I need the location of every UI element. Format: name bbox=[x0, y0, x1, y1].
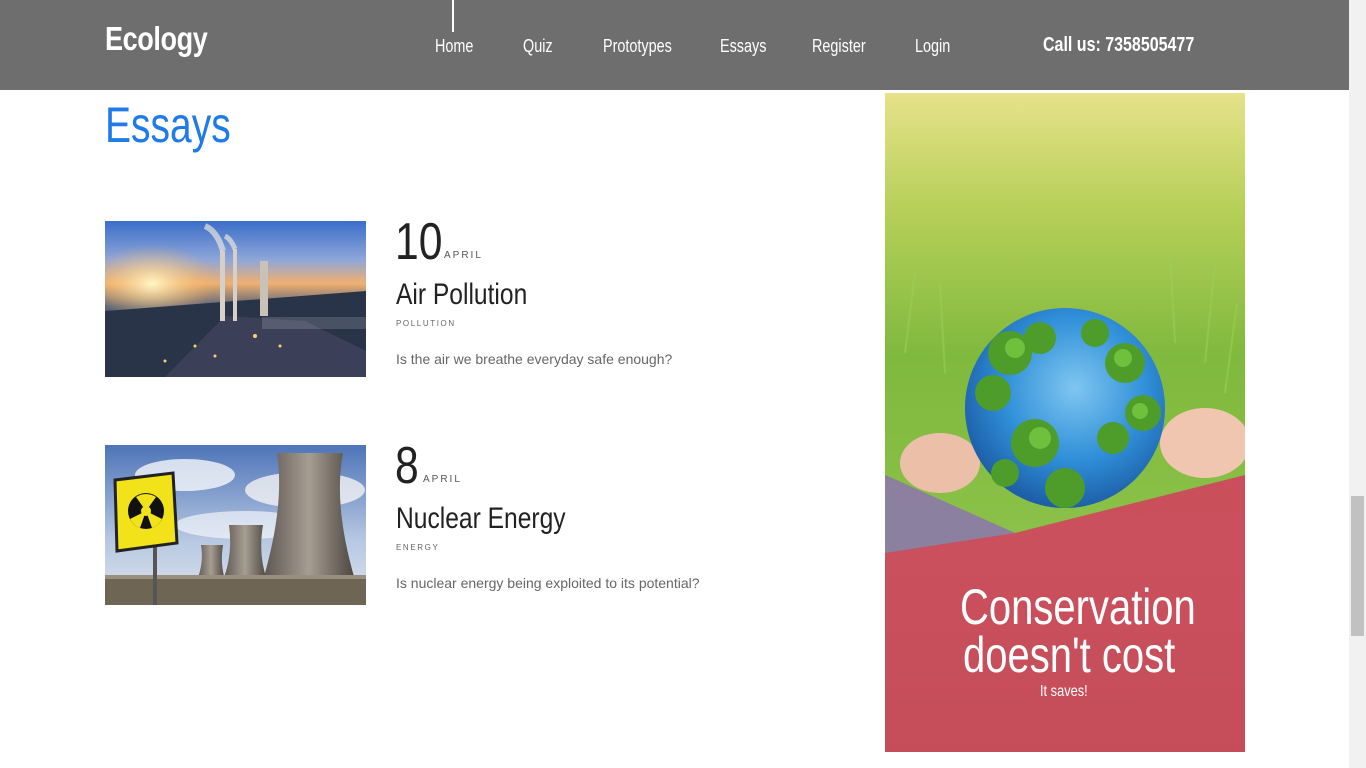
conservation-ad-banner[interactable]: Conservation doesn't cost It saves! bbox=[885, 93, 1245, 752]
nav-home[interactable]: Home bbox=[435, 36, 473, 57]
page-title: Essays bbox=[105, 97, 231, 153]
ad-subtitle: It saves! bbox=[1040, 683, 1088, 700]
nav-register[interactable]: Register bbox=[812, 36, 866, 57]
brand-logo[interactable]: Ecology bbox=[105, 20, 208, 58]
nuclear-energy-image[interactable] bbox=[105, 445, 366, 605]
navbar: Ecology Home Quiz Prototypes Essays Regi… bbox=[0, 0, 1349, 90]
ad-headline-line2: doesn't cost bbox=[963, 627, 1176, 683]
nav-active-indicator bbox=[452, 0, 454, 32]
post-tag[interactable]: ENERGY bbox=[396, 543, 439, 552]
post-day: 8 bbox=[395, 437, 419, 495]
post-month: APRIL bbox=[444, 250, 483, 261]
scrollbar-thumb[interactable] bbox=[1351, 496, 1364, 636]
post-description: Is the air we breathe everyday safe enou… bbox=[396, 351, 673, 367]
page-scrollbar[interactable] bbox=[1349, 0, 1366, 768]
post-tag[interactable]: POLLUTION bbox=[396, 319, 456, 328]
post-description: Is nuclear energy being exploited to its… bbox=[396, 575, 700, 591]
phone-contact: Call us: 7358505477 bbox=[1043, 34, 1195, 56]
nav-essays[interactable]: Essays bbox=[720, 36, 766, 57]
post-month: APRIL bbox=[423, 474, 462, 485]
nav-login[interactable]: Login bbox=[915, 36, 950, 57]
air-pollution-image[interactable] bbox=[105, 221, 366, 377]
post-title[interactable]: Air Pollution bbox=[396, 278, 527, 312]
nav-prototypes[interactable]: Prototypes bbox=[603, 36, 672, 57]
post-day: 10 bbox=[395, 213, 443, 271]
post-title[interactable]: Nuclear Energy bbox=[396, 502, 566, 536]
nav-quiz[interactable]: Quiz bbox=[523, 36, 553, 57]
